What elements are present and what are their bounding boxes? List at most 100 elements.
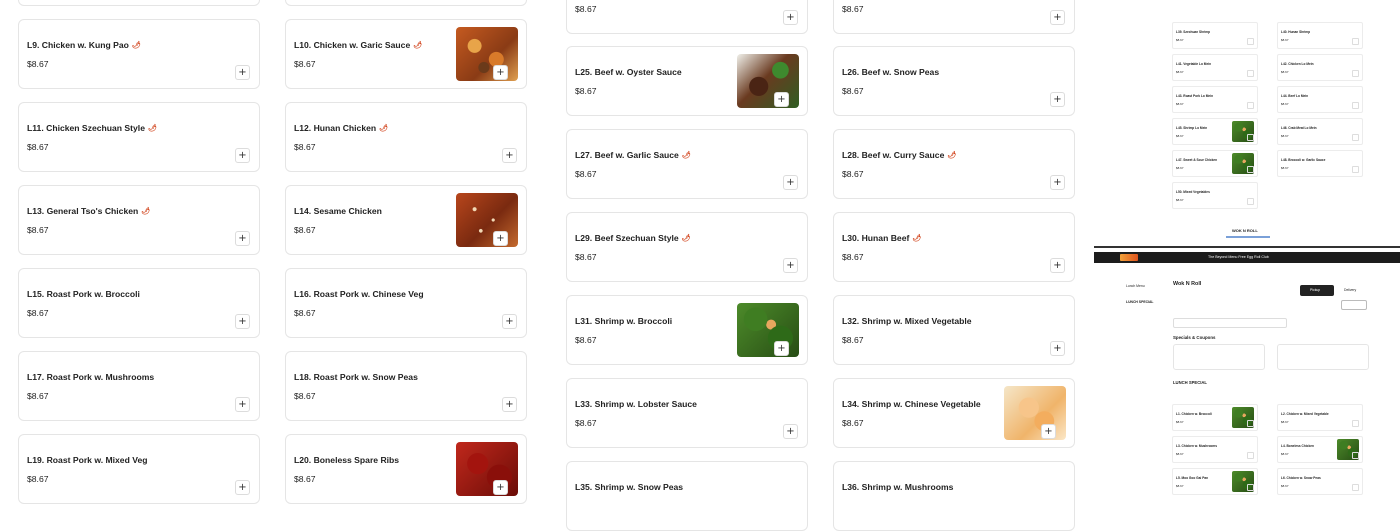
add-item-plus-icon[interactable]: + xyxy=(502,148,517,163)
preview-add-icon[interactable] xyxy=(1247,134,1254,141)
add-item-plus-icon[interactable]: + xyxy=(1050,92,1065,107)
menu-item-card[interactable]: L29. Beef Szechuan Style 🌶 $8.67 + xyxy=(566,212,808,282)
add-item-plus-icon[interactable]: + xyxy=(493,65,508,80)
menu-item-card[interactable]: L20. Boneless Spare Ribs $8.67 + xyxy=(285,434,527,504)
add-item-plus-icon[interactable]: + xyxy=(1050,341,1065,356)
preview-menu-item[interactable]: L2. Chicken w. Mixed Vegetable $8.67 xyxy=(1277,404,1363,431)
menu-item-photo[interactable] xyxy=(456,193,518,247)
preview-menu-item[interactable]: L46. Crab Meat Lo Mein $8.67 xyxy=(1277,118,1363,145)
menu-item-card[interactable]: L14. Sesame Chicken $8.67 + xyxy=(285,185,527,255)
menu-item-photo[interactable] xyxy=(737,303,799,357)
preview-add-icon[interactable] xyxy=(1247,70,1254,77)
add-item-plus-icon[interactable]: + xyxy=(235,397,250,412)
add-item-plus-icon[interactable]: + xyxy=(493,231,508,246)
preview-menu-item[interactable]: L6. Chicken w. Snow Peas $8.67 xyxy=(1277,468,1363,495)
menu-item-photo[interactable] xyxy=(737,54,799,108)
preview-add-icon[interactable] xyxy=(1352,452,1359,459)
menu-item-card[interactable]: L16. Roast Pork w. Chinese Veg $8.67 + xyxy=(285,268,527,338)
add-item-plus-icon[interactable]: + xyxy=(502,397,517,412)
preview-search-input[interactable] xyxy=(1173,318,1287,328)
add-item-plus-icon[interactable]: + xyxy=(1050,258,1065,273)
menu-item-card[interactable]: L28. Beef w. Curry Sauce 🌶 $8.67 + xyxy=(833,129,1075,199)
add-item-plus-icon[interactable]: + xyxy=(783,175,798,190)
preview-add-icon[interactable] xyxy=(1247,166,1254,173)
preview-menu-item[interactable]: L50. Mixed Vegetables $8.67 xyxy=(1172,182,1258,209)
preview-add-icon[interactable] xyxy=(1352,166,1359,173)
preview-add-icon[interactable] xyxy=(1352,70,1359,77)
menu-item-card[interactable]: L30. Hunan Beef 🌶 $8.67 + xyxy=(833,212,1075,282)
preview-add-icon[interactable] xyxy=(1247,452,1254,459)
preview-nav-lunch-menu[interactable]: Lunch Menu xyxy=(1126,284,1145,288)
menu-item-card[interactable]: L18. Roast Pork w. Snow Peas $8.67 + xyxy=(285,351,527,421)
menu-item-card[interactable]: L15. Roast Pork w. Broccoli $8.67 + xyxy=(18,268,260,338)
preview-banner-text[interactable]: The Beyond Menu Free Egg Roll Club xyxy=(1208,255,1269,259)
preview-coupon-2[interactable] xyxy=(1277,344,1369,370)
preview-add-icon[interactable] xyxy=(1247,420,1254,427)
add-item-plus-icon[interactable]: + xyxy=(502,314,517,329)
preview-menu-item[interactable]: L1. Chicken w. Broccoli $8.67 xyxy=(1172,404,1258,431)
preview-menu-item[interactable]: L4. Boneless Chicken $8.67 xyxy=(1277,436,1363,463)
menu-item-card[interactable]: $8.67 + xyxy=(566,0,808,34)
menu-item-card[interactable]: L27. Beef w. Garlic Sauce 🌶 $8.67 + xyxy=(566,129,808,199)
menu-item-card-partial[interactable] xyxy=(285,0,527,6)
menu-item-card[interactable]: L19. Roast Pork w. Mixed Veg $8.67 + xyxy=(18,434,260,504)
menu-item-photo[interactable] xyxy=(1004,386,1066,440)
menu-item-card[interactable]: $8.67 + xyxy=(833,0,1075,34)
preview-delivery-label[interactable]: Delivery xyxy=(1344,288,1356,292)
menu-item-card[interactable]: L25. Beef w. Oyster Sauce $8.67 + xyxy=(566,46,808,116)
add-item-plus-icon[interactable]: + xyxy=(1050,175,1065,190)
add-item-plus-icon[interactable]: + xyxy=(783,424,798,439)
preview-menu-item[interactable]: L3. Chicken w. Mushrooms $8.67 xyxy=(1172,436,1258,463)
add-item-plus-icon[interactable]: + xyxy=(774,341,789,356)
menu-item-photo[interactable] xyxy=(456,27,518,81)
preview-menu-item[interactable]: L45. Shrimp Lo Mein $8.67 xyxy=(1172,118,1258,145)
menu-item-card[interactable]: L10. Chicken w. Garic Sauce 🌶 $8.67 + xyxy=(285,19,527,89)
add-item-plus-icon[interactable]: + xyxy=(493,480,508,495)
add-item-plus-icon[interactable]: + xyxy=(235,480,250,495)
add-item-plus-icon[interactable]: + xyxy=(783,258,798,273)
preview-add-icon[interactable] xyxy=(1247,198,1254,205)
add-item-plus-icon[interactable]: + xyxy=(1050,10,1065,25)
preview-schedule-button[interactable] xyxy=(1341,300,1367,310)
preview-add-icon[interactable] xyxy=(1352,484,1359,491)
preview-menu-item[interactable]: L44. Beef Lo Mein $8.67 xyxy=(1277,86,1363,113)
preview-add-icon[interactable] xyxy=(1352,38,1359,45)
add-item-plus-icon[interactable]: + xyxy=(235,65,250,80)
add-item-plus-icon[interactable]: + xyxy=(235,314,250,329)
preview-menu-item[interactable]: L47. Sweet & Sour Chicken $8.67 xyxy=(1172,150,1258,177)
preview-menu-item[interactable]: L43. Roast Pork Lo Mein $8.67 xyxy=(1172,86,1258,113)
menu-item-card[interactable]: L35. Shrimp w. Snow Peas xyxy=(566,461,808,531)
preview-menu-item[interactable]: L42. Chicken Lo Mein $8.67 xyxy=(1277,54,1363,81)
menu-item-card[interactable]: L17. Roast Pork w. Mushrooms $8.67 + xyxy=(18,351,260,421)
preview-add-icon[interactable] xyxy=(1352,134,1359,141)
menu-item-card[interactable]: L12. Hunan Chicken 🌶 $8.67 + xyxy=(285,102,527,172)
preview-add-icon[interactable] xyxy=(1247,484,1254,491)
menu-item-card[interactable]: L34. Shrimp w. Chinese Vegetable $8.67 + xyxy=(833,378,1075,448)
add-item-plus-icon[interactable]: + xyxy=(235,148,250,163)
add-item-plus-icon[interactable]: + xyxy=(1041,424,1056,439)
add-item-plus-icon[interactable]: + xyxy=(783,10,798,25)
preview-menu-item[interactable]: L5. Moo Goo Gai Pan $8.67 xyxy=(1172,468,1258,495)
menu-item-photo[interactable] xyxy=(456,442,518,496)
preview-menu-item[interactable]: L48. Broccoli w. Garlic Sauce $8.67 xyxy=(1277,150,1363,177)
menu-item-card[interactable]: L31. Shrimp w. Broccoli $8.67 + xyxy=(566,295,808,365)
preview-coupon-1[interactable] xyxy=(1173,344,1265,370)
preview-nav-lunch-special[interactable]: LUNCH SPECIAL xyxy=(1126,300,1154,304)
preview-menu-item[interactable]: L40. Hunan Shrimp $8.67 xyxy=(1277,22,1363,49)
menu-item-card[interactable]: L32. Shrimp w. Mixed Vegetable $8.67 + xyxy=(833,295,1075,365)
menu-item-card[interactable]: L33. Shrimp w. Lobster Sauce $8.67 + xyxy=(566,378,808,448)
menu-item-card[interactable]: L36. Shrimp w. Mushrooms xyxy=(833,461,1075,531)
preview-add-icon[interactable] xyxy=(1247,102,1254,109)
menu-item-card[interactable]: L9. Chicken w. Kung Pao 🌶 $8.67 + xyxy=(18,19,260,89)
preview-menu-item[interactable]: L39. Szechuan Shrimp $8.67 xyxy=(1172,22,1258,49)
menu-item-card[interactable]: L13. General Tso's Chicken 🌶 $8.67 + xyxy=(18,185,260,255)
add-item-plus-icon[interactable]: + xyxy=(774,92,789,107)
menu-item-card[interactable]: L11. Chicken Szechuan Style 🌶 $8.67 + xyxy=(18,102,260,172)
menu-item-card-partial[interactable] xyxy=(18,0,260,6)
preview-menu-item[interactable]: L41. Vegetable Lo Mein $8.67 xyxy=(1172,54,1258,81)
preview-add-icon[interactable] xyxy=(1352,420,1359,427)
preview-add-icon[interactable] xyxy=(1352,102,1359,109)
menu-item-card[interactable]: L26. Beef w. Snow Peas $8.67 + xyxy=(833,46,1075,116)
preview-add-icon[interactable] xyxy=(1247,38,1254,45)
add-item-plus-icon[interactable]: + xyxy=(235,231,250,246)
